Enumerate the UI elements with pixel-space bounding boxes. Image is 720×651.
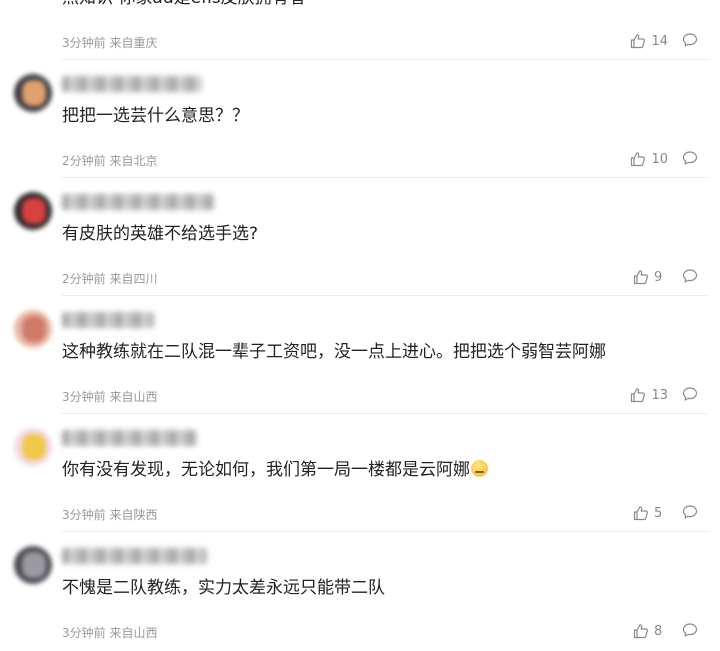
reply-comment-icon[interactable] xyxy=(682,386,700,404)
comment-item: 有皮肤的英雄不给选手选? 2分钟前 来自四川 9 xyxy=(0,178,720,296)
user-avatar[interactable] xyxy=(14,310,52,348)
thumbs-up-icon xyxy=(630,33,646,49)
user-avatar[interactable] xyxy=(14,428,52,466)
reply-comment-icon[interactable] xyxy=(682,150,700,168)
comment-meta: 3分钟前 来自山西 xyxy=(62,388,157,405)
reply-comment-icon[interactable] xyxy=(682,622,700,640)
thumbs-up-icon xyxy=(633,269,649,285)
like-count: 14 xyxy=(651,33,668,49)
comment-item: 这种教练就在二队混一辈子工资吧，没一点上进心。把把选个弱智芸阿娜 3分钟前 来自山… xyxy=(0,296,720,414)
reply-comment-icon[interactable] xyxy=(682,268,700,286)
comment-meta: 2分钟前 来自北京 xyxy=(62,152,157,169)
comment-location: 来自山西 xyxy=(109,390,158,404)
like-button[interactable]: 9 xyxy=(633,268,668,286)
comment-text: 热知识 你家ad是efls皮肤拥有者 xyxy=(62,0,702,10)
comment-text: 有皮肤的英雄不给选手选? xyxy=(62,222,702,246)
username-blurred[interactable] xyxy=(62,548,207,564)
comment-time: 3分钟前 xyxy=(62,508,106,522)
comment-text-content: 有皮肤的英雄不给选手选? xyxy=(62,224,259,244)
username-blurred[interactable] xyxy=(62,430,197,446)
user-avatar[interactable] xyxy=(14,546,52,584)
comment-item: 把把一选芸什么意思？？ 2分钟前 来自北京 10 xyxy=(0,60,720,178)
comment-meta: 3分钟前 来自山西 xyxy=(62,624,157,641)
like-count: 8 xyxy=(654,623,663,639)
like-button[interactable]: 5 xyxy=(633,504,668,522)
like-count: 13 xyxy=(651,387,668,403)
comment-text-content: 热知识 你家ad是efls皮肤拥有者 xyxy=(62,0,306,8)
reply-comment-icon[interactable] xyxy=(682,504,700,522)
comment-item: 你有没有发现，无论如何，我们第一局一楼都是云阿娜 3分钟前 来自陕西 5 xyxy=(0,414,720,532)
comment-text-content: 这种教练就在二队混一辈子工资吧，没一点上进心。把把选个弱智芸阿娜 xyxy=(62,342,606,362)
username-blurred[interactable] xyxy=(62,76,202,92)
sleepy-face-emoji xyxy=(471,460,488,477)
thumbs-up-icon xyxy=(630,151,646,167)
comment-text: 把把一选芸什么意思？？ xyxy=(62,104,702,128)
like-count: 9 xyxy=(654,269,663,285)
comment-location: 来自山西 xyxy=(109,626,158,640)
comment-time: 2分钟前 xyxy=(62,272,106,286)
comment-location: 来自四川 xyxy=(109,272,158,286)
username-blurred[interactable] xyxy=(62,312,154,328)
comment-text-content: 不愧是二队教练，实力太差永远只能带二队 xyxy=(62,578,385,598)
comment-text: 不愧是二队教练，实力太差永远只能带二队 xyxy=(62,576,702,600)
comment-location: 来自陕西 xyxy=(109,508,158,522)
thumbs-up-icon xyxy=(633,623,649,639)
comment-meta: 3分钟前 来自重庆 xyxy=(62,34,157,51)
comment-text: 你有没有发现，无论如何，我们第一局一楼都是云阿娜 xyxy=(62,458,702,482)
like-button[interactable]: 10 xyxy=(630,150,668,168)
comment-item: 热知识 你家ad是efls皮肤拥有者 3分钟前 来自重庆 14 xyxy=(0,0,720,60)
comment-time: 3分钟前 xyxy=(62,36,106,50)
comment-item: 不愧是二队教练，实力太差永远只能带二队 3分钟前 来自山西 8 xyxy=(0,532,720,650)
like-button[interactable]: 14 xyxy=(630,32,668,50)
comment-list: 热知识 你家ad是efls皮肤拥有者 3分钟前 来自重庆 14 把把一选芸什么意思？？… xyxy=(0,0,720,651)
like-button[interactable]: 8 xyxy=(633,622,668,640)
comment-location: 来自重庆 xyxy=(109,36,158,50)
reply-comment-icon[interactable] xyxy=(682,32,700,50)
thumbs-up-icon xyxy=(633,505,649,521)
comment-location: 来自北京 xyxy=(109,154,158,168)
username-blurred[interactable] xyxy=(62,194,214,210)
like-count: 10 xyxy=(651,151,668,167)
thumbs-up-icon xyxy=(630,387,646,403)
comment-time: 2分钟前 xyxy=(62,154,106,168)
comment-text-content: 你有没有发现，无论如何，我们第一局一楼都是云阿娜 xyxy=(62,460,470,480)
comment-time: 3分钟前 xyxy=(62,626,106,640)
comment-text-content: 把把一选芸什么意思？？ xyxy=(62,106,249,126)
user-avatar[interactable] xyxy=(14,74,52,112)
comment-meta: 2分钟前 来自四川 xyxy=(62,270,157,287)
comment-meta: 3分钟前 来自陕西 xyxy=(62,506,157,523)
comment-time: 3分钟前 xyxy=(62,390,106,404)
like-button[interactable]: 13 xyxy=(630,386,668,404)
like-count: 5 xyxy=(654,505,663,521)
user-avatar[interactable] xyxy=(14,192,52,230)
comment-text: 这种教练就在二队混一辈子工资吧，没一点上进心。把把选个弱智芸阿娜 xyxy=(62,340,702,364)
